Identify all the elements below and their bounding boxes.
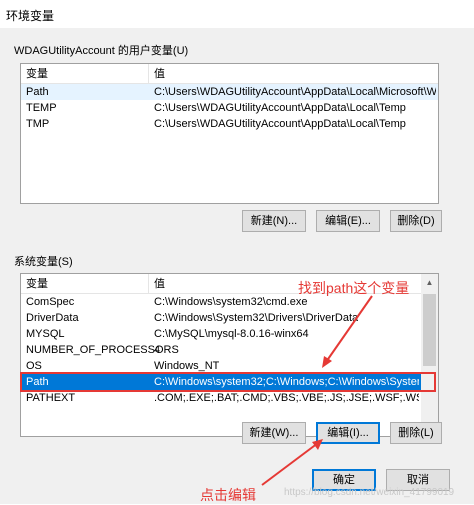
arrow-to-edit-button	[261, 442, 319, 486]
arrow-head-icon	[322, 356, 332, 368]
watermark: https://blog.csdn.net/weixin_41799019	[284, 487, 455, 498]
arrow-to-path-row	[325, 295, 373, 363]
title-bar: 环境变量	[0, 0, 474, 28]
arrow-head-icon	[312, 439, 323, 450]
window-title: 环境变量	[6, 9, 55, 23]
annotation-arrows	[261, 295, 373, 486]
dialog-client: WDAGUtilityAccount 的用户变量(U) 变量 值 Path C:…	[0, 28, 474, 504]
